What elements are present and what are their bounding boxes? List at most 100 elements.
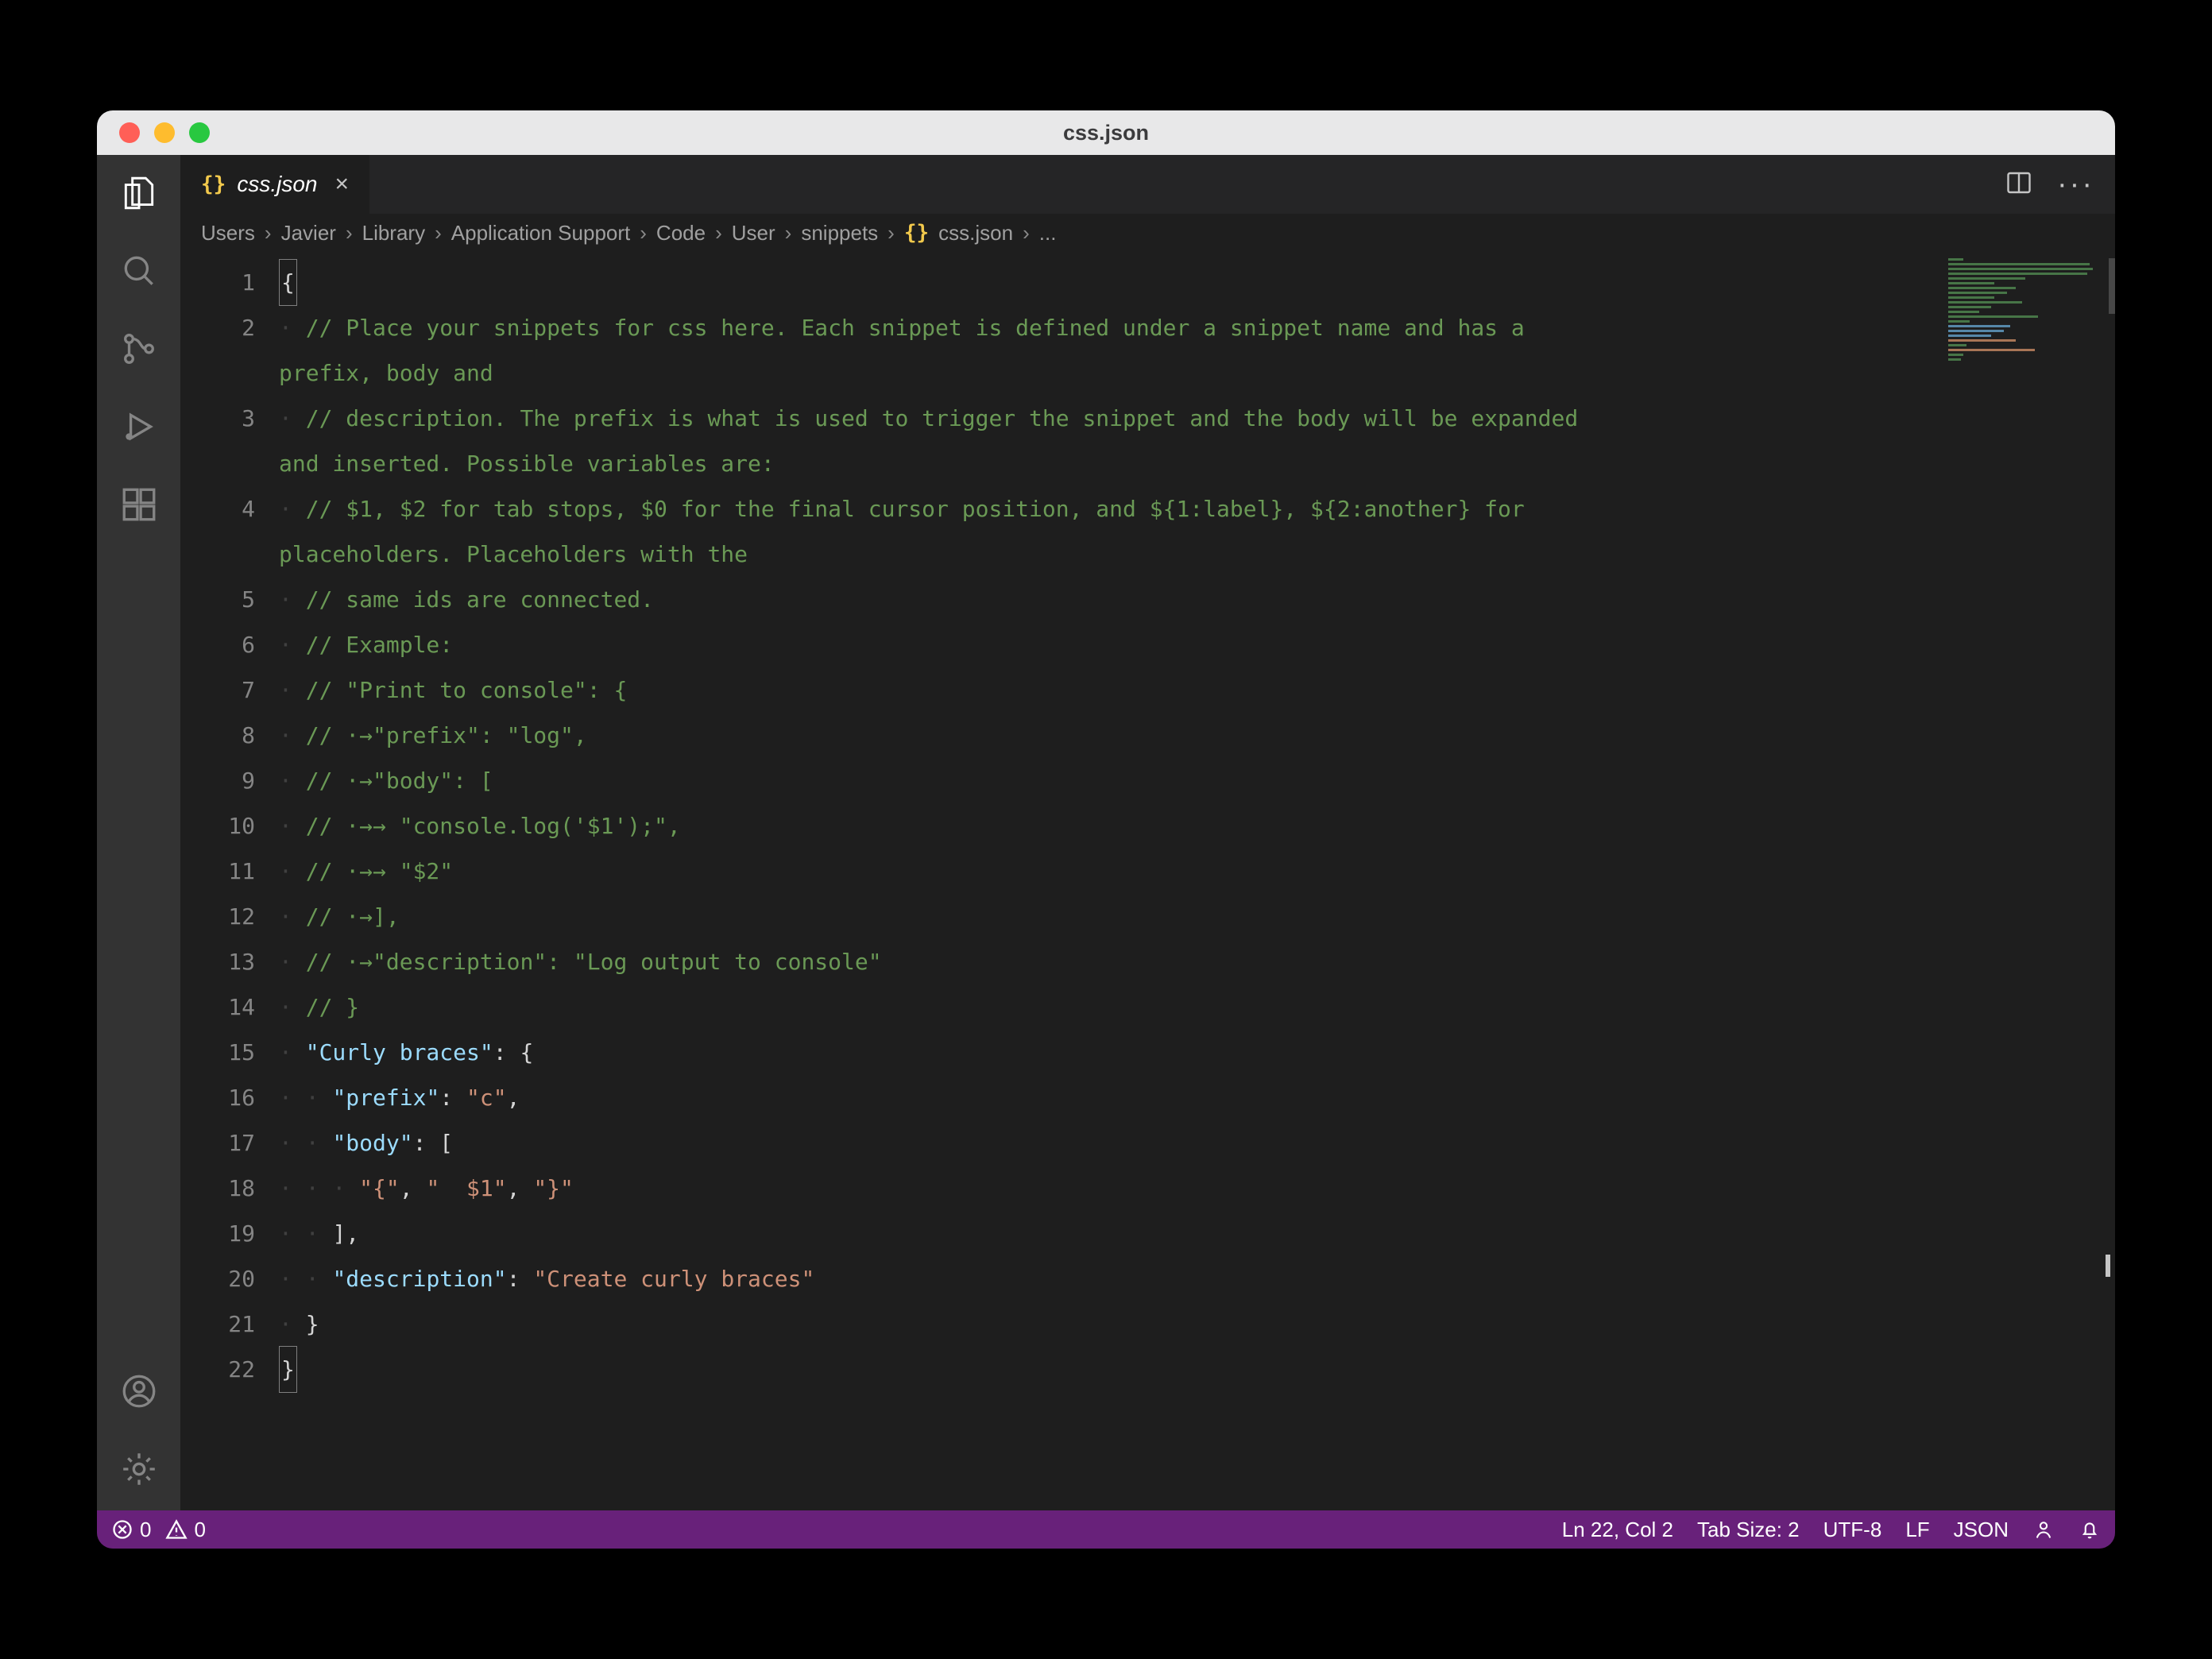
run-debug-icon[interactable] [118, 406, 160, 447]
code-line[interactable]: · // ·→], [279, 894, 2115, 939]
status-tab-size[interactable]: Tab Size: 2 [1697, 1518, 1800, 1542]
code-line[interactable]: and inserted. Possible variables are: [279, 441, 2115, 486]
code-line[interactable]: · // $1, $2 for tab stops, $0 for the fi… [279, 486, 2115, 532]
json-file-icon: {} [904, 221, 929, 245]
code-line[interactable]: · // } [279, 984, 2115, 1030]
window-title: css.json [97, 121, 2115, 145]
code-line[interactable]: · // ·→"body": [ [279, 758, 2115, 803]
feedback-icon[interactable] [2032, 1518, 2055, 1541]
breadcrumb[interactable]: Users › Javier › Library › Application S… [180, 214, 2115, 252]
code-line[interactable]: · // "Print to console": { [279, 667, 2115, 713]
line-number: 22 [180, 1347, 255, 1392]
traffic-lights [97, 122, 210, 143]
code-line[interactable]: placeholders. Placeholders with the [279, 532, 2115, 577]
code-line[interactable]: · // ·→→ "console.log('$1');", [279, 803, 2115, 849]
explorer-icon[interactable] [118, 172, 160, 214]
code-line[interactable]: } [279, 1347, 2115, 1392]
line-number: 13 [180, 939, 255, 984]
status-errors-count: 0 [140, 1518, 151, 1542]
line-number: 8 [180, 713, 255, 758]
breadcrumb-file[interactable]: css.json [938, 221, 1013, 246]
activity-bar [97, 155, 180, 1510]
line-number: 11 [180, 849, 255, 894]
line-number [180, 350, 255, 396]
titlebar: css.json [97, 110, 2115, 155]
code-content[interactable]: {· // Place your snippets for css here. … [279, 252, 2115, 1510]
settings-gear-icon[interactable] [118, 1448, 160, 1490]
line-number: 18 [180, 1166, 255, 1211]
line-number: 1 [180, 260, 255, 305]
code-line[interactable]: { [279, 260, 2115, 305]
status-cursor-position[interactable]: Ln 22, Col 2 [1562, 1518, 1673, 1542]
code-line[interactable]: · // Example: [279, 622, 2115, 667]
code-line[interactable]: · · "body": [ [279, 1120, 2115, 1166]
line-number: 20 [180, 1256, 255, 1301]
minimize-window-button[interactable] [154, 122, 175, 143]
line-number: 21 [180, 1301, 255, 1347]
zoom-window-button[interactable] [189, 122, 210, 143]
search-icon[interactable] [118, 250, 160, 292]
line-number: 6 [180, 622, 255, 667]
close-window-button[interactable] [119, 122, 140, 143]
line-number: 3 [180, 396, 255, 441]
code-line[interactable]: · // ·→"description": "Log output to con… [279, 939, 2115, 984]
code-line[interactable]: · // same ids are connected. [279, 577, 2115, 622]
line-number: 4 [180, 486, 255, 532]
code-line[interactable]: · // description. The prefix is what is … [279, 396, 2115, 441]
line-number: 12 [180, 894, 255, 939]
status-problems[interactable]: 0 0 [111, 1518, 206, 1542]
line-number: 14 [180, 984, 255, 1030]
line-number: 10 [180, 803, 255, 849]
status-language-mode[interactable]: JSON [1954, 1518, 2009, 1542]
line-number: 9 [180, 758, 255, 803]
breadcrumb-item[interactable]: Users [201, 221, 255, 246]
breadcrumb-item[interactable]: Application Support [451, 221, 630, 246]
minimap-scroll-indicator[interactable] [2109, 258, 2115, 314]
status-warnings-count: 0 [194, 1518, 205, 1542]
code-line[interactable]: · · "description": "Create curly braces" [279, 1256, 2115, 1301]
code-line[interactable]: · // Place your snippets for css here. E… [279, 305, 2115, 350]
account-icon[interactable] [118, 1371, 160, 1412]
status-encoding[interactable]: UTF-8 [1823, 1518, 1882, 1542]
code-line[interactable]: · // ·→→ "$2" [279, 849, 2115, 894]
tab-bar: {} css.json × ··· [180, 155, 2115, 214]
tab-label: css.json [237, 172, 317, 197]
close-tab-icon[interactable]: × [335, 171, 349, 198]
code-line[interactable]: prefix, body and [279, 350, 2115, 396]
breadcrumb-item[interactable]: User [732, 221, 775, 246]
code-line[interactable]: · · · "{", " $1", "}" [279, 1166, 2115, 1211]
line-number: 15 [180, 1030, 255, 1075]
breadcrumb-item[interactable]: Javier [281, 221, 336, 246]
code-editor[interactable]: 12345678910111213141516171819202122 {· /… [180, 252, 2115, 1510]
breadcrumb-item[interactable]: snippets [801, 221, 878, 246]
source-control-icon[interactable] [118, 328, 160, 369]
code-line[interactable]: · · "prefix": "c", [279, 1075, 2115, 1120]
line-number: 16 [180, 1075, 255, 1120]
status-eol[interactable]: LF [1905, 1518, 1929, 1542]
breadcrumb-item[interactable]: Library [362, 221, 425, 246]
line-number [180, 441, 255, 486]
breadcrumb-tail: ... [1039, 221, 1057, 246]
breadcrumb-item[interactable]: Code [656, 221, 706, 246]
minimap[interactable] [1940, 252, 2115, 427]
json-file-icon: {} [201, 172, 226, 196]
line-number: 7 [180, 667, 255, 713]
status-bar: 0 0 Ln 22, Col 2 Tab Size: 2 UTF-8 LF JS… [97, 1510, 2115, 1549]
code-line[interactable]: · · ], [279, 1211, 2115, 1256]
scrollbar-cursor-indicator [2106, 1255, 2110, 1277]
line-number: 19 [180, 1211, 255, 1256]
line-number: 17 [180, 1120, 255, 1166]
code-line[interactable]: · // ·→"prefix": "log", [279, 713, 2115, 758]
tab-css-json[interactable]: {} css.json × [180, 155, 370, 214]
notifications-bell-icon[interactable] [2079, 1518, 2101, 1541]
code-line[interactable]: · } [279, 1301, 2115, 1347]
app-window: css.json [97, 110, 2115, 1549]
split-editor-icon[interactable] [2005, 168, 2033, 201]
line-number-gutter: 12345678910111213141516171819202122 [180, 252, 279, 1510]
line-number: 2 [180, 305, 255, 350]
code-line[interactable]: · "Curly braces": { [279, 1030, 2115, 1075]
line-number [180, 532, 255, 577]
extensions-icon[interactable] [118, 484, 160, 525]
editor-area: {} css.json × ··· Users › Javier › Libra… [180, 155, 2115, 1510]
line-number: 5 [180, 577, 255, 622]
